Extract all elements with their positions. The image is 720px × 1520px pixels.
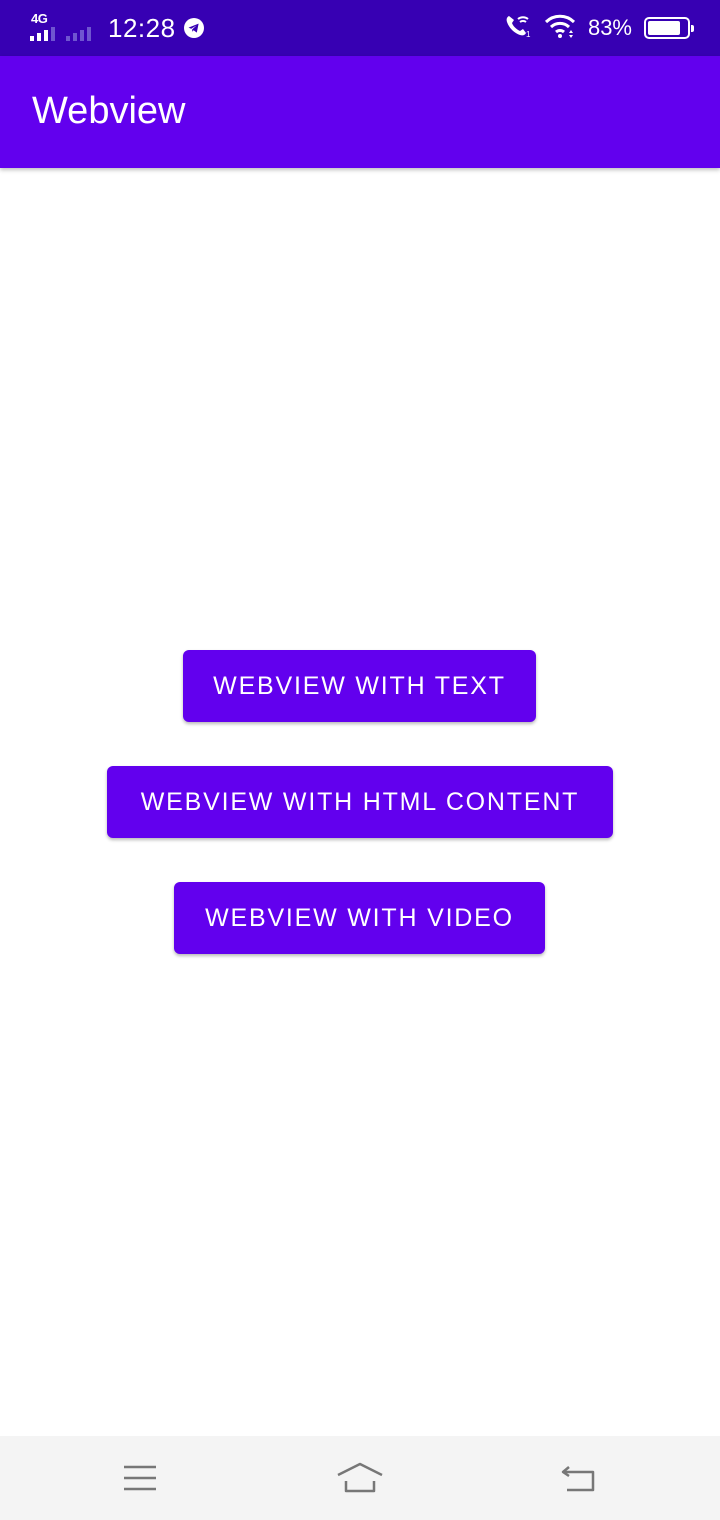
svg-text:1: 1 bbox=[526, 30, 531, 39]
wifi-icon bbox=[544, 13, 576, 44]
back-icon[interactable] bbox=[554, 1456, 602, 1500]
status-bar-right: 1 83% bbox=[504, 10, 694, 46]
network-type-label: 4G bbox=[31, 11, 48, 26]
status-time: 12:28 bbox=[108, 12, 176, 43]
signal-sim1-icon: 4G bbox=[30, 12, 60, 44]
wifi-call-icon: 1 bbox=[504, 13, 532, 44]
telegram-icon bbox=[183, 18, 204, 38]
status-bar: 4G 12:28 1 83% bbox=[0, 0, 720, 56]
app-title: Webview bbox=[32, 90, 186, 132]
webview-with-text-button[interactable]: WEBVIEW WITH TEXT bbox=[183, 650, 536, 722]
screen: 4G 12:28 1 83% Webview WEBVIEW WITH TEXT… bbox=[0, 0, 720, 1520]
app-bar: Webview bbox=[0, 56, 720, 168]
home-icon[interactable] bbox=[336, 1456, 384, 1500]
webview-with-video-button[interactable]: WEBVIEW WITH VIDEO bbox=[174, 882, 545, 954]
menu-icon[interactable] bbox=[116, 1456, 164, 1500]
battery-icon bbox=[644, 17, 694, 39]
signal-sim2-icon bbox=[66, 12, 100, 44]
battery-percent: 83% bbox=[587, 15, 632, 40]
navigation-bar bbox=[0, 1436, 720, 1520]
status-bar-left: 4G 12:28 bbox=[30, 10, 204, 46]
webview-with-html-content-button[interactable]: WEBVIEW WITH HTML CONTENT bbox=[107, 766, 613, 838]
